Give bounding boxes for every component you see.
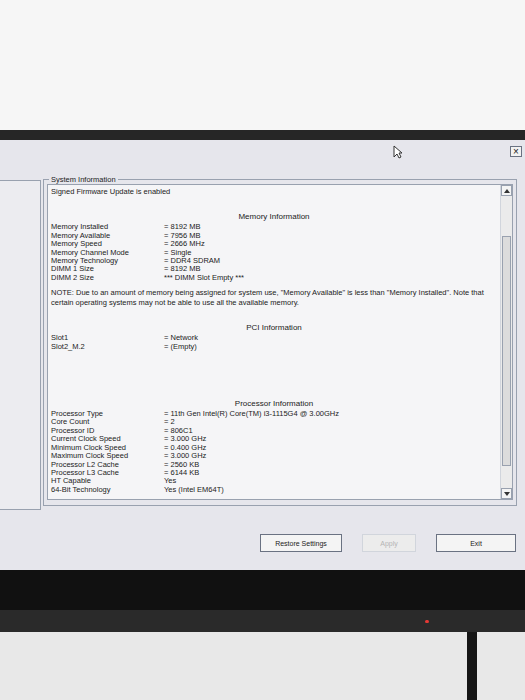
info-row: Maximum Clock Speed= 3.000 GHz: [51, 452, 497, 460]
info-list: Signed Firmware Update is enabledMemory …: [47, 184, 513, 500]
scroll-track: [501, 196, 512, 488]
bios-screen: ×System InformationSigned Firmware Updat…: [0, 140, 525, 570]
info-content: Signed Firmware Update is enabledMemory …: [48, 185, 500, 499]
section-title: PCI Information: [51, 323, 497, 334]
info-label: Memory Channel Mode: [51, 249, 164, 257]
info-label: Memory Available: [51, 232, 164, 240]
info-value: = 3.000 GHz: [164, 452, 497, 460]
info-label: 64-Bit Technology: [51, 486, 164, 494]
info-value: = 2560 KB: [164, 461, 497, 469]
monitor-bottom-bezel: [0, 570, 525, 610]
left-panel: [0, 180, 41, 510]
info-section: Processor InformationProcessor Type= 11t…: [51, 351, 497, 494]
title-bar: ×: [0, 140, 525, 180]
info-row: Processor L2 Cache= 2560 KB: [51, 461, 497, 469]
info-label: Memory Speed: [51, 240, 164, 248]
photo: ×System InformationSigned Firmware Updat…: [0, 0, 525, 700]
info-row: Processor ID= 806C1: [51, 427, 497, 435]
monitor-top-bezel: [0, 130, 525, 140]
info-section: Memory InformationMemory Installed= 8192…: [51, 197, 497, 307]
info-value: = DDR4 SDRAM: [164, 257, 497, 265]
info-label: Slot2_M.2: [51, 343, 164, 351]
button-row: Restore Settings Apply Exit: [43, 506, 517, 552]
info-row: Memory Channel Mode= Single: [51, 249, 497, 257]
info-label: DIMM 2 Size: [51, 274, 164, 282]
info-row: Minimum Clock Speed= 0.400 GHz: [51, 444, 497, 452]
monitor-stand: [467, 632, 477, 700]
info-label: Memory Technology: [51, 257, 164, 265]
info-value: = 8192 MB: [164, 223, 497, 231]
info-value: *** DIMM Slot Empty ***: [164, 274, 497, 282]
info-value: = 2: [164, 418, 497, 426]
info-value: = Network: [164, 334, 497, 342]
down-arrow-icon: [504, 492, 510, 496]
close-button[interactable]: ×: [510, 146, 522, 157]
firmware-line: Signed Firmware Update is enabled: [51, 187, 497, 197]
main-area: System InformationSigned Firmware Update…: [0, 180, 525, 570]
info-row: Memory Speed= 2666 MHz: [51, 240, 497, 248]
info-row: HT CapableYes: [51, 477, 497, 485]
info-value: = 6144 KB: [164, 469, 497, 477]
info-value: Yes (Intel EM64T): [164, 486, 497, 494]
group-title: System Information: [49, 175, 118, 184]
info-label: Processor Type: [51, 410, 164, 418]
info-value: = 806C1: [164, 427, 497, 435]
scrollbar[interactable]: [500, 185, 512, 499]
info-label: Processor L3 Cache: [51, 469, 164, 477]
info-value: = 8192 MB: [164, 265, 497, 273]
info-row: Processor Type= 11th Gen Intel(R) Core(T…: [51, 410, 497, 418]
desk: [0, 632, 525, 700]
info-row: Current Clock Speed= 3.000 GHz: [51, 435, 497, 443]
section-title: Processor Information: [51, 399, 497, 410]
scroll-down-button[interactable]: [501, 488, 512, 499]
scroll-up-button[interactable]: [501, 185, 512, 196]
up-arrow-icon: [504, 189, 510, 193]
system-information-group: System InformationSigned Firmware Update…: [43, 175, 517, 506]
info-label: Maximum Clock Speed: [51, 452, 164, 460]
info-value: Yes: [164, 477, 497, 485]
dialog-button[interactable]: Restore Settings: [260, 534, 342, 552]
info-label: HT Capable: [51, 477, 164, 485]
info-label: DIMM 1 Size: [51, 265, 164, 273]
info-row: Memory Technology= DDR4 SDRAM: [51, 257, 497, 265]
info-value: = 11th Gen Intel(R) Core(TM) i3-1115G4 @…: [164, 410, 497, 418]
info-row: Core Count= 2: [51, 418, 497, 426]
info-label: Processor ID: [51, 427, 164, 435]
dialog-button[interactable]: Exit: [436, 534, 516, 552]
info-section: PCI InformationSlot1= NetworkSlot2_M.2= …: [51, 307, 497, 351]
info-value: = (Empty): [164, 343, 497, 351]
info-label: Core Count: [51, 418, 164, 426]
mouse-cursor-icon: [393, 145, 403, 159]
info-row: 64-Bit TechnologyYes (Intel EM64T): [51, 486, 497, 494]
info-label: Memory Installed: [51, 223, 164, 231]
info-value: = 7956 MB: [164, 232, 497, 240]
info-row: Processor L3 Cache= 6144 KB: [51, 469, 497, 477]
wall: [0, 0, 525, 130]
info-row: DIMM 2 Size*** DIMM Slot Empty ***: [51, 274, 497, 282]
info-label: Processor L2 Cache: [51, 461, 164, 469]
info-row: DIMM 1 Size= 8192 MB: [51, 265, 497, 273]
power-led-icon: [425, 620, 429, 623]
info-value: = 3.000 GHz: [164, 435, 497, 443]
info-value: = 0.400 GHz: [164, 444, 497, 452]
scroll-thumb[interactable]: [502, 236, 511, 466]
info-label: Minimum Clock Speed: [51, 444, 164, 452]
monitor-base: [0, 610, 525, 632]
info-label: Slot1: [51, 334, 164, 342]
dialog-button[interactable]: Apply: [362, 534, 416, 552]
info-row: Memory Installed= 8192 MB: [51, 223, 497, 231]
section-title: Memory Information: [51, 212, 497, 223]
content-area: System InformationSigned Firmware Update…: [41, 180, 525, 570]
info-value: = Single: [164, 249, 497, 257]
info-row: Slot2_M.2= (Empty): [51, 343, 497, 351]
info-row: Memory Available= 7956 MB: [51, 232, 497, 240]
memory-note: NOTE: Due to an amount of memory being a…: [51, 282, 497, 307]
info-row: Slot1= Network: [51, 334, 497, 342]
info-value: = 2666 MHz: [164, 240, 497, 248]
info-label: Current Clock Speed: [51, 435, 164, 443]
